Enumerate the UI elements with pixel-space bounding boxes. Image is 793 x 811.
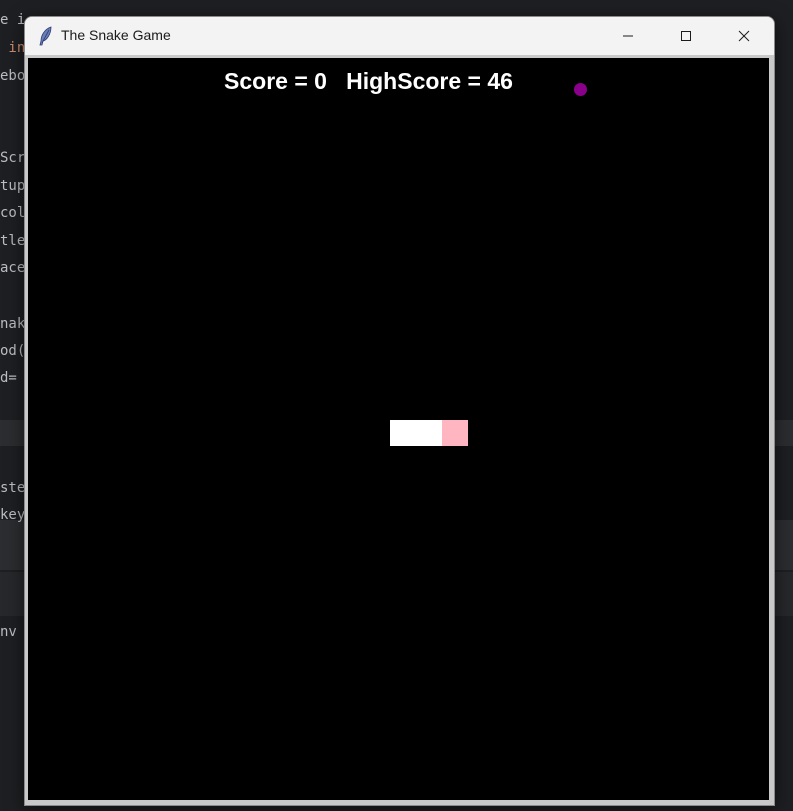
snake-body [390,420,442,446]
game-window: The Snake Game Score = 0 HighScore = 46 [24,16,775,806]
score-display: Score = 0 HighScore = 46 [224,68,513,94]
close-icon [738,27,750,46]
game-canvas[interactable]: Score = 0 HighScore = 46 [28,58,769,800]
editor-line: ste [0,480,26,496]
snake-head [442,420,468,446]
editor-line: tle [0,233,26,249]
editor-line: col [0,205,26,221]
food [574,83,587,96]
editor-line: e i [0,12,26,28]
title-bar[interactable]: The Snake Game [25,17,774,55]
editor-line: in [0,40,26,56]
editor-line: nv [0,624,17,640]
maximize-icon [680,27,692,46]
close-button[interactable] [721,17,767,55]
feather-icon [37,26,55,46]
editor-line: key [0,507,26,523]
editor-line: ace [0,260,26,276]
minimize-button[interactable] [605,17,651,55]
canvas-frame: Score = 0 HighScore = 46 [25,55,774,805]
window-title: The Snake Game [61,27,171,43]
editor-line: ebo [0,68,26,84]
editor-line: od( [0,343,26,359]
minimize-icon [622,27,634,46]
editor-line: tup [0,178,26,194]
editor-line: nak [0,316,26,332]
editor-line: Scr [0,150,26,166]
maximize-button[interactable] [663,17,709,55]
editor-line: d= [0,370,26,386]
